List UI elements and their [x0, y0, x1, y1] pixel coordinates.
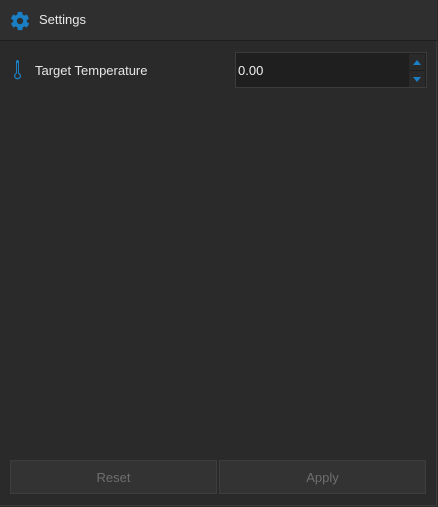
reset-button[interactable]: Reset	[10, 460, 217, 494]
chevron-down-icon	[413, 76, 421, 82]
settings-window: Settings Target Temperature 0.00 Reset A…	[0, 0, 437, 506]
target-temperature-label: Target Temperature	[35, 63, 148, 78]
target-temperature-value[interactable]: 0.00	[238, 63, 263, 78]
settings-header: Settings	[0, 0, 437, 41]
page-title: Settings	[39, 12, 86, 27]
setting-row-target-temperature: Target Temperature 0.00	[0, 52, 437, 88]
chevron-up-icon	[413, 59, 421, 65]
thermometer-icon	[14, 60, 21, 80]
gear-icon	[10, 11, 30, 31]
spin-down-button[interactable]	[409, 71, 425, 87]
apply-button[interactable]: Apply	[219, 460, 426, 494]
target-temperature-spinbox[interactable]: 0.00	[235, 52, 427, 88]
spin-up-button[interactable]	[409, 54, 425, 70]
